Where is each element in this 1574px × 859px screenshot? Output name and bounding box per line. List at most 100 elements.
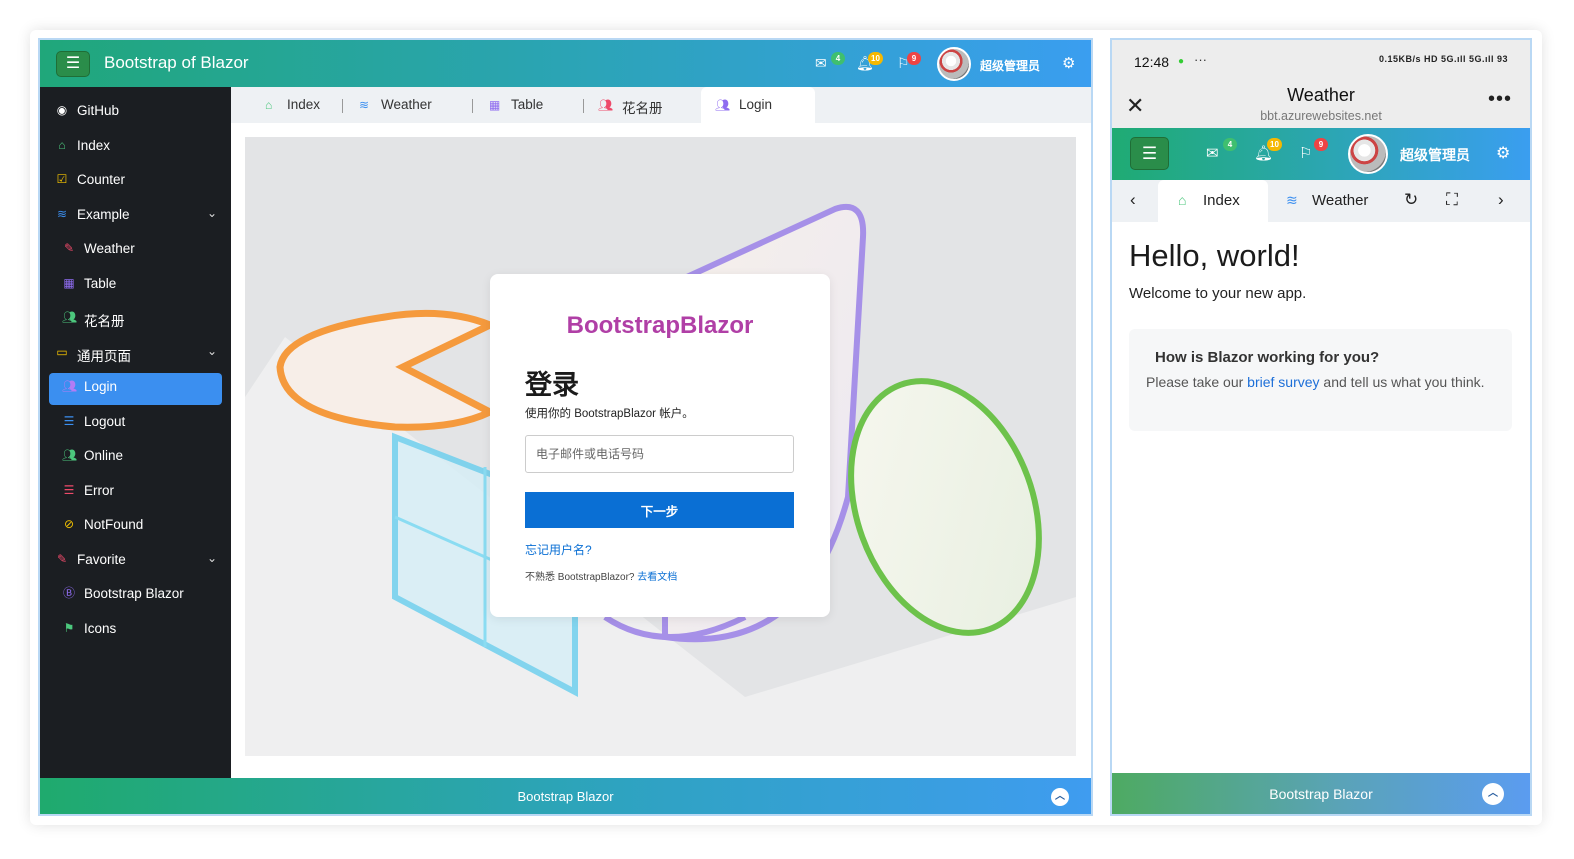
settings-button[interactable]: ⚙ (1062, 54, 1075, 72)
tab-next-button[interactable]: › (1498, 190, 1504, 210)
sidebar-item-github[interactable]: ◉ GitHub (40, 94, 231, 128)
sidebar-item-error[interactable]: ☰ Error (40, 474, 231, 508)
hello-heading: Hello, world! (1129, 238, 1300, 273)
tab-index[interactable]: ⌂ Index (1158, 180, 1268, 222)
sidebar-item-通用页面[interactable]: ▭ 通用页面 ⌄ (40, 336, 231, 370)
sidebar-item-notfound[interactable]: ⊘ NotFound (40, 508, 231, 542)
sidebar-item-counter[interactable]: ☑ Counter (40, 163, 231, 197)
tab-index[interactable]: ⌂ Index (251, 87, 346, 123)
home-icon: ⌂ (265, 98, 273, 112)
chevron-down-icon: ⌄ (206, 205, 217, 220)
sidebar-item-index[interactable]: ⌂ Index (40, 129, 231, 163)
chevron-down-icon: ⌄ (206, 343, 217, 358)
browser-titlebar: ✕ Weather bbt.azurewebsites.net ••• (1112, 84, 1530, 128)
scroll-top-button[interactable]: ︿ (1482, 783, 1504, 805)
notification-badge: 10 (1267, 138, 1282, 151)
tab-weather[interactable]: ≋ Weather (1272, 180, 1392, 222)
sidebar-item-logout[interactable]: ☰ Logout (40, 405, 231, 439)
status-time: 12:48 (1134, 54, 1170, 70)
mail-button[interactable]: ✉ (815, 55, 827, 72)
status-indicators: 0.15KB/s HD 5G.ıll 5G.ıll 93 (1378, 54, 1508, 64)
table-icon: ▦ (489, 98, 501, 112)
login-background: BootstrapBlazor 登录 使用你的 BootstrapBlazor … (245, 137, 1076, 756)
mobile-tab-bar: ‹ ⌂ Index ≋ Weather ↻ ⛶ › (1112, 180, 1530, 222)
status-more: ··· (1194, 52, 1207, 67)
mail-badge: 4 (831, 52, 845, 65)
tab-label: Login (739, 97, 773, 112)
tab-bar: ⌂ Index ≋ Weather ▦ Table 👥︎ 花名册 👥︎ Logi… (231, 87, 1091, 123)
hamburger-icon: ☰ (1141, 144, 1158, 163)
mail-button[interactable]: ✉ (1206, 144, 1219, 162)
tab-separator (583, 99, 584, 113)
sidebar-item-icons[interactable]: ⚑ Icons (40, 612, 231, 646)
tab-table[interactable]: ▦ Table (475, 87, 583, 123)
menu-toggle-button[interactable]: ☰ (56, 51, 90, 77)
app-title: Bootstrap of Blazor (104, 53, 249, 72)
tab-roster[interactable]: 👥︎ 花名册 (586, 87, 698, 123)
chevron-right-icon: › (1498, 190, 1504, 209)
settings-button[interactable]: ⚙ (1496, 143, 1510, 163)
chevron-down-icon: ⌄ (206, 550, 217, 565)
sidebar-item-weather[interactable]: ✎ Weather (40, 232, 231, 266)
tab-separator (342, 99, 343, 113)
sidebar-item-online[interactable]: 👥︎ Online (40, 439, 231, 473)
sidebar-item-label: Online (84, 448, 124, 463)
sidebar-item-label: Logout (84, 413, 126, 429)
scroll-top-button[interactable]: ︿ (1051, 788, 1069, 806)
tab-label: 花名册 (622, 101, 663, 116)
sidebar-item-label: Table (84, 275, 117, 291)
desktop-header: ☰ Bootstrap of Blazor ✉ 4 🔔︎ 10 ⚐ 9 超级管理… (40, 40, 1091, 87)
chevron-left-icon: ‹ (1130, 190, 1136, 209)
sidebar-item-favorite[interactable]: ✎ Favorite ⌄ (40, 543, 231, 577)
sidebar-item-table[interactable]: ▦ Table (40, 267, 231, 301)
footer-text: Bootstrap Blazor (517, 789, 614, 804)
desktop-footer: Bootstrap Blazor ︿ (40, 778, 1091, 814)
refresh-icon: ↻ (1404, 190, 1419, 209)
user-name[interactable]: 超级管理员 (1400, 145, 1470, 165)
tab-login[interactable]: 👥︎ Login (701, 87, 815, 123)
sidebar-item-label: Example (77, 206, 130, 222)
refresh-button[interactable]: ↻ (1404, 190, 1418, 210)
survey-text-before: Please take our (1146, 374, 1248, 390)
menu-toggle-button[interactable]: ☰ (1130, 137, 1169, 170)
gears-icon: ⚙ (1062, 55, 1076, 72)
unfamiliar-label: 不熟悉 BootstrapBlazor? (525, 572, 635, 583)
tab-prev-button[interactable]: ‹ (1130, 190, 1136, 210)
brand-title: BootstrapBlazor (566, 312, 754, 339)
home-icon: ⌂ (58, 137, 66, 152)
message-button[interactable]: ⚐ (1299, 144, 1312, 162)
survey-link[interactable]: brief survey (1247, 374, 1319, 390)
email-phone-input[interactable] (525, 435, 794, 473)
tab-weather[interactable]: ≋ Weather (345, 87, 473, 123)
sidebar-item-花名册[interactable]: 👥︎ 花名册 (40, 301, 231, 335)
database-icon: ≋ (56, 206, 68, 221)
docs-link[interactable]: 去看文档 (637, 572, 677, 583)
sidebar-item-login[interactable]: 👥︎ Login (40, 370, 231, 404)
sidebar-item-bootstrap-blazor[interactable]: Ⓑ Bootstrap Blazor (40, 577, 231, 611)
sidebar-item-label: Icons (84, 620, 117, 636)
survey-prompt: How is Blazor working for you? Please ta… (1129, 329, 1512, 431)
sidebar-item-label: NotFound (84, 517, 144, 532)
users-icon: 👥︎ (62, 310, 78, 324)
mobile-content: Hello, world! Welcome to your new app. H… (1112, 222, 1530, 773)
database-icon: ≋ (1286, 192, 1298, 208)
edit-icon: ✎ (63, 241, 75, 255)
survey-text-after: and tell us what you think. (1319, 374, 1485, 390)
unfamiliar-text: 不熟悉 BootstrapBlazor? 去看文档 (525, 568, 677, 583)
desktop-view: ☰ Bootstrap of Blazor ✉ 4 🔔︎ 10 ⚐ 9 超级管理… (38, 38, 1093, 816)
edit-icon: ✎ (56, 551, 68, 566)
user-avatar[interactable] (937, 47, 971, 81)
next-button[interactable]: 下一步 (525, 492, 794, 528)
fullscreen-icon: ⛶ (1446, 190, 1458, 209)
user-name[interactable]: 超级管理员 (980, 57, 1040, 74)
sidebar: ◉ GitHub ⌂ Index ☑ Counter ≋ Example ⌄ ✎ Weather ▦ T… (40, 87, 231, 778)
sidebar-item-label: Counter (77, 172, 126, 187)
sidebar-item-example[interactable]: ≋ Example ⌄ (40, 198, 231, 232)
user-avatar[interactable] (1348, 134, 1388, 174)
fullscreen-button[interactable]: ⛶ (1446, 190, 1458, 210)
envelope-icon: ✉ (815, 55, 827, 71)
forgot-username-link[interactable]: 忘记用户名? (525, 541, 592, 558)
more-options-button[interactable]: ••• (1488, 88, 1512, 111)
sidebar-item-label: Index (77, 137, 111, 153)
sidebar-item-label: Weather (84, 241, 135, 256)
